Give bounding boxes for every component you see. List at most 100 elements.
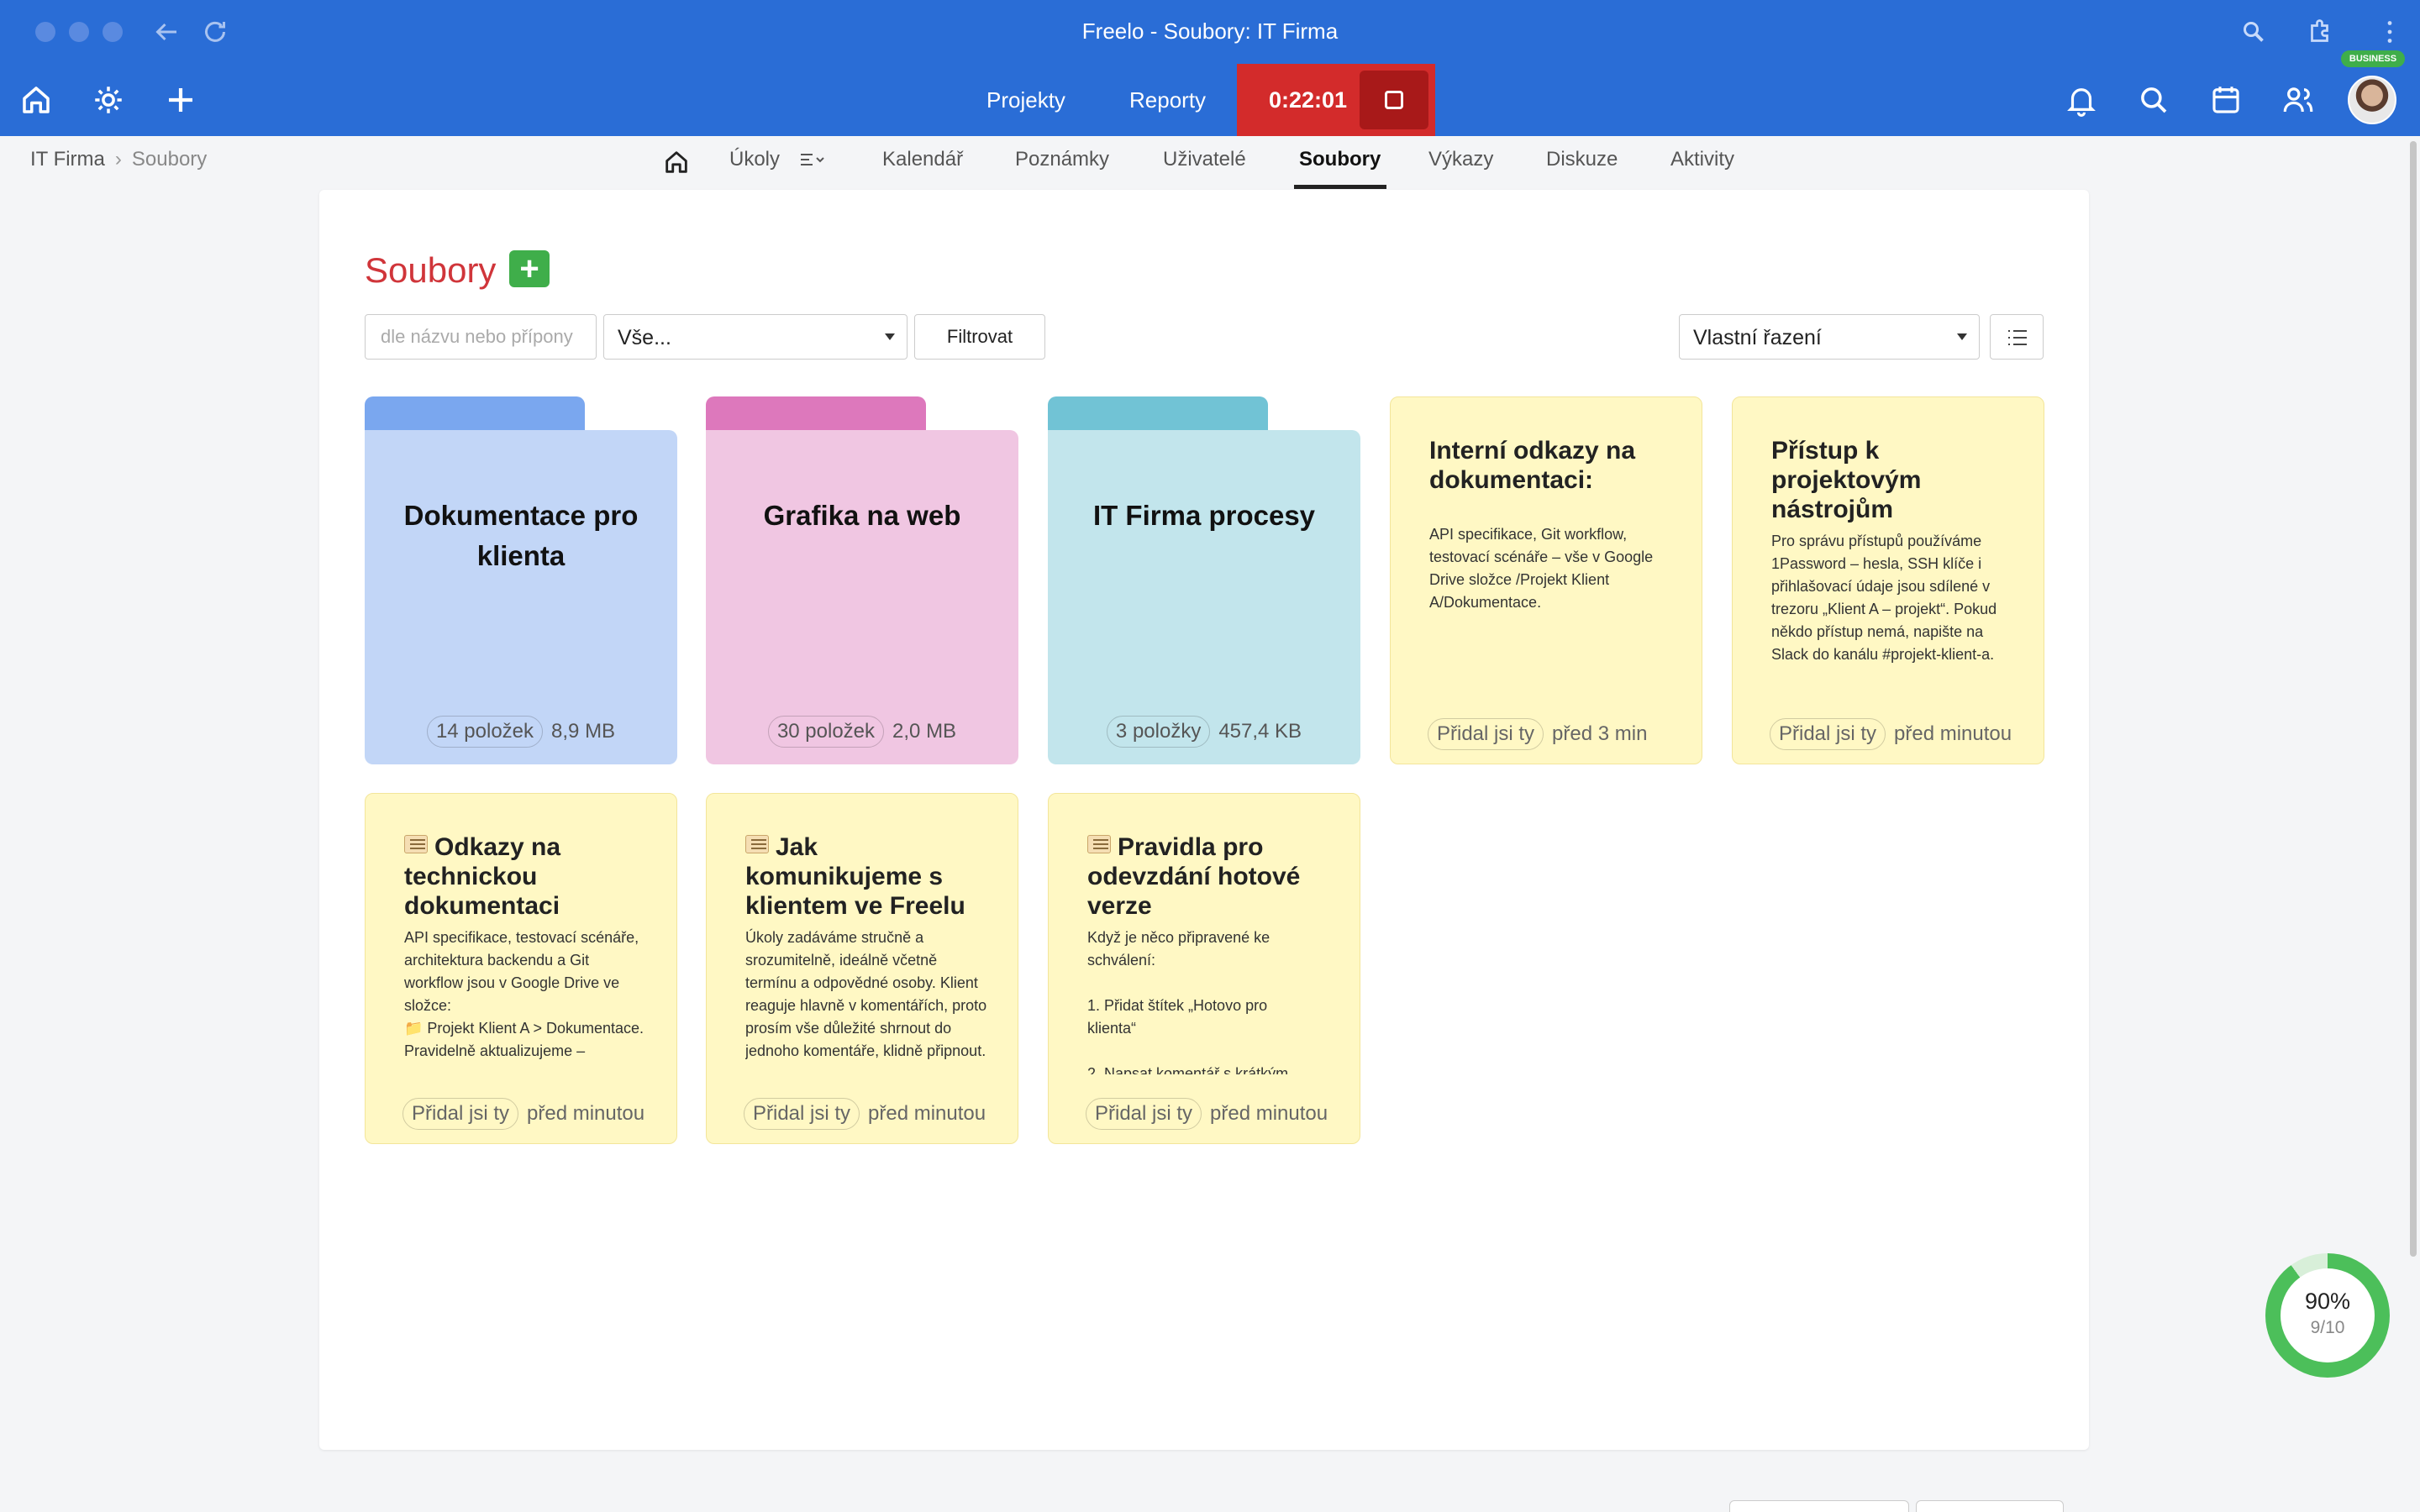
folder-meta: 3 položky 457,4 KB — [1048, 716, 1360, 748]
progress-fraction: 9/10 — [2310, 1318, 2345, 1337]
project-home-icon[interactable] — [662, 148, 691, 176]
note-meta: Přidal jsi ty před minutou — [402, 1098, 644, 1130]
tab-ukoly-label: Úkoly — [729, 148, 781, 171]
note-time: před minutou — [527, 1102, 645, 1125]
folder-size: 8,9 MB — [551, 720, 616, 743]
bottom-action-button[interactable] — [1916, 1500, 2064, 1512]
folder-meta: 30 položek 2,0 MB — [706, 716, 1018, 748]
memo-icon — [1087, 835, 1111, 853]
task-list-chevron-down-icon[interactable] — [799, 150, 824, 170]
note-author: Přidal jsi ty — [1086, 1098, 1202, 1130]
zoom-icon[interactable] — [2238, 17, 2269, 47]
list-icon — [2008, 330, 2027, 345]
tab-poznamky[interactable]: Poznámky — [1015, 148, 1109, 171]
main-nav: Projekty Reporty 0:22:01 — [0, 64, 2420, 136]
tab-uzivatele[interactable]: Uživatelé — [1163, 148, 1246, 171]
note-body: API specifikace, Git workflow, testovací… — [1429, 526, 1654, 611]
note-meta: Přidal jsi ty před minutou — [1770, 718, 2012, 750]
note-time: před minutou — [868, 1102, 986, 1125]
plan-badge: BUSINESS — [2341, 50, 2405, 67]
search-icon[interactable] — [2136, 82, 2171, 118]
page-title: Soubory — [365, 250, 497, 290]
calendar-icon[interactable] — [2208, 82, 2244, 118]
sort-select[interactable]: Vlastní řazení — [1679, 314, 1980, 360]
active-tab-indicator — [1294, 185, 1386, 189]
caret-down-icon — [885, 333, 895, 340]
gear-icon[interactable] — [91, 82, 126, 118]
note-body: API specifikace, testovací scénáře, arch… — [404, 929, 644, 1059]
note-meta: Přidal jsi ty před minutou — [1086, 1098, 1328, 1130]
window-titlebar: Freelo - Soubory: IT Firma — [0, 0, 2420, 64]
sort-value: Vlastní řazení — [1693, 326, 1822, 349]
type-filter-value: Vše... — [618, 326, 671, 349]
folder-meta: 14 položek 8,9 MB — [365, 716, 677, 748]
filter-button[interactable]: Filtrovat — [914, 314, 1045, 360]
note-body: Úkoly zadáváme stručně a srozumitelně, i… — [745, 929, 987, 1059]
caret-down-icon — [1957, 333, 1967, 340]
note-body: Když je něco připravené ke schválení: 1.… — [1087, 929, 1289, 1074]
folder-card[interactable]: Dokumentace pro klienta 14 položek 8,9 MB — [365, 430, 677, 764]
note-title: Interní odkazy na dokumentaci: — [1429, 437, 1636, 494]
search-input[interactable] — [365, 314, 597, 360]
note-title: Jak komunikujeme s klientem ve Freelu — [745, 832, 992, 921]
note-card[interactable]: Přístup k projektovým nástrojům Pro sprá… — [1732, 396, 2044, 764]
type-filter-select[interactable]: Vše... — [603, 314, 908, 360]
list-view-button[interactable] — [1990, 314, 2044, 360]
nav-link-projekty[interactable]: Projekty — [986, 87, 1065, 113]
bottom-action-button[interactable] — [1729, 1500, 1909, 1512]
plus-icon: + — [519, 250, 539, 287]
tab-aktivity[interactable]: Aktivity — [1670, 148, 1734, 171]
tab-ukoly[interactable]: Úkoly — [729, 148, 824, 171]
memo-icon — [404, 835, 428, 853]
breadcrumb-project[interactable]: IT Firma — [30, 148, 105, 171]
tab-soubory[interactable]: Soubory — [1299, 148, 1381, 171]
folder-item-count: 3 položky — [1106, 716, 1211, 748]
tab-vykazy[interactable]: Výkazy — [1428, 148, 1493, 171]
progress-ring-center: 90% 9/10 — [2281, 1268, 2375, 1362]
note-meta: Přidal jsi ty před 3 min — [1428, 718, 1647, 750]
scrollbar-thumb[interactable] — [2410, 141, 2417, 1257]
note-title: Přístup k projektovým nástrojům — [1771, 437, 1922, 523]
users-icon[interactable] — [2281, 82, 2316, 118]
user-avatar[interactable] — [2348, 76, 2396, 124]
progress-percent: 90% — [2304, 1289, 2351, 1314]
note-author: Přidal jsi ty — [402, 1098, 519, 1130]
more-vertical-icon[interactable] — [2375, 17, 2405, 47]
tab-kalendar[interactable]: Kalendář — [882, 148, 963, 171]
note-title: Odkazy na technickou dokumentaci — [404, 832, 651, 921]
stop-timer-button[interactable] — [1360, 71, 1428, 129]
home-icon[interactable] — [18, 82, 54, 118]
add-file-button[interactable]: + — [509, 250, 550, 287]
note-card[interactable]: Pravidla pro odevzdání hotové verze Když… — [1048, 793, 1360, 1144]
breadcrumb-chevron-icon: › — [114, 148, 122, 171]
nav-link-reporty[interactable]: Reporty — [1129, 87, 1206, 113]
page-scrollbar[interactable] — [2407, 136, 2420, 1512]
extension-icon[interactable] — [2306, 17, 2336, 47]
note-time: před 3 min — [1552, 722, 1648, 745]
note-card[interactable]: Odkazy na technickou dokumentaci API spe… — [365, 793, 677, 1144]
window-title: Freelo - Soubory: IT Firma — [1081, 18, 1339, 44]
time-tracker[interactable]: 0:22:01 — [1237, 64, 1435, 136]
plus-icon[interactable] — [163, 82, 198, 118]
bell-icon[interactable] — [2064, 82, 2099, 118]
folder-name: Grafika na web — [763, 500, 961, 531]
folder-name: Dokumentace pro klienta — [403, 500, 639, 571]
note-meta: Přidal jsi ty před minutou — [744, 1098, 986, 1130]
folder-item-count: 30 položek — [767, 716, 885, 748]
note-title-text: Pravidla pro odevzdání hotové verze — [1087, 833, 1301, 920]
onboarding-progress-ring[interactable]: 90% 9/10 — [2265, 1253, 2390, 1378]
timer-value: 0:22:01 — [1269, 87, 1348, 113]
note-title-text: Jak komunikujeme s klientem ve Freelu — [745, 833, 965, 920]
note-card[interactable]: Interní odkazy na dokumentaci: API speci… — [1390, 396, 1702, 764]
tab-diskuze[interactable]: Diskuze — [1546, 148, 1618, 171]
memo-icon — [745, 835, 769, 853]
note-author: Přidal jsi ty — [744, 1098, 860, 1130]
note-card[interactable]: Jak komunikujeme s klientem ve Freelu Úk… — [706, 793, 1018, 1144]
folder-item-count: 14 položek — [426, 716, 544, 748]
note-title: Pravidla pro odevzdání hotové verze — [1087, 832, 1334, 921]
folder-card[interactable]: Grafika na web 30 položek 2,0 MB — [706, 430, 1018, 764]
note-author: Přidal jsi ty — [1428, 718, 1544, 750]
folder-card[interactable]: IT Firma procesy 3 položky 457,4 KB — [1048, 430, 1360, 764]
folder-size: 2,0 MB — [892, 720, 957, 743]
folder-size: 457,4 KB — [1218, 720, 1302, 743]
